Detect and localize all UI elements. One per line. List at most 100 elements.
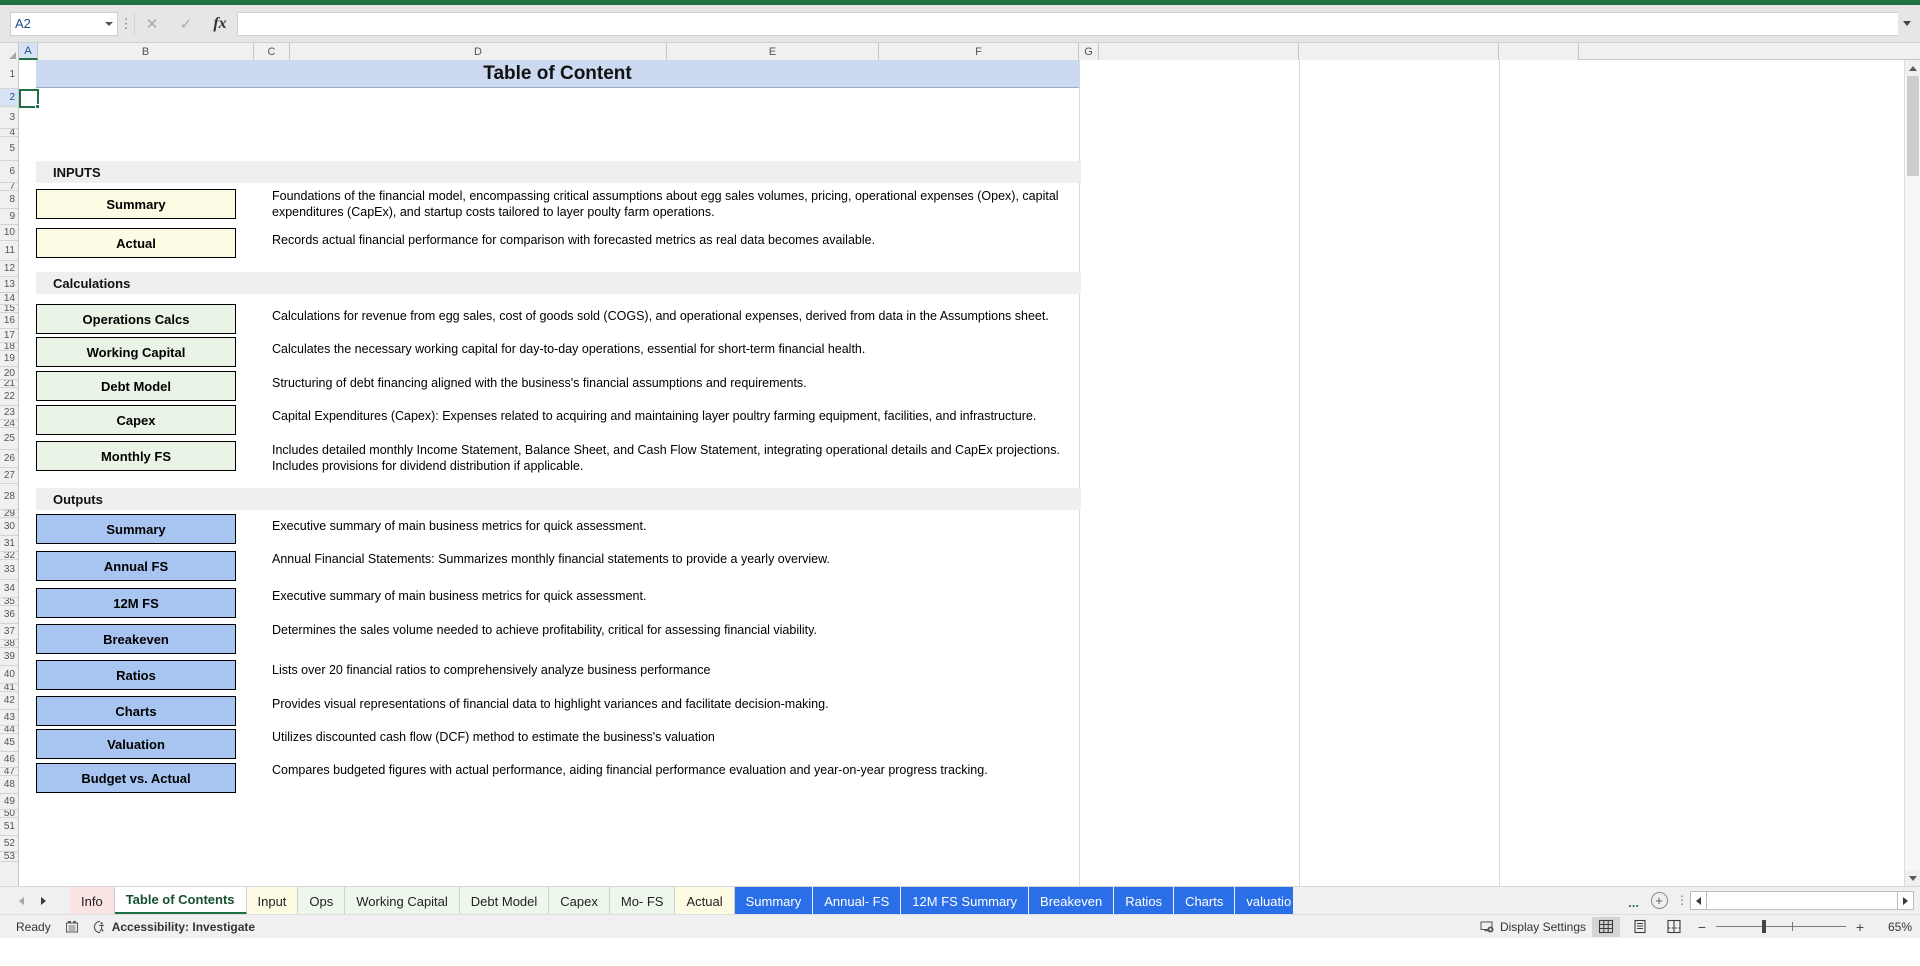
row-header-21[interactable]: 21	[0, 380, 18, 388]
tab-split-handle[interactable]: ⋮	[1674, 887, 1690, 914]
chevron-right-icon[interactable]	[32, 888, 54, 914]
horizontal-scrollbar[interactable]	[1690, 887, 1920, 914]
row-header-34[interactable]: 34	[0, 580, 18, 598]
row-header-10[interactable]: 10	[0, 225, 18, 241]
formula-input[interactable]	[237, 11, 1898, 36]
row-header-25[interactable]: 25	[0, 428, 18, 450]
sheet-tab-input[interactable]: Input	[246, 887, 299, 914]
nav-button-capex[interactable]: Capex	[36, 405, 236, 435]
row-header-12[interactable]: 12	[0, 261, 18, 277]
row-header-22[interactable]: 22	[0, 388, 18, 406]
column-header-filler[interactable]	[1299, 43, 1499, 60]
vertical-scroll-thumb[interactable]	[1907, 76, 1919, 176]
selected-cell-a2[interactable]	[19, 89, 40, 109]
row-header-53[interactable]: 53	[0, 852, 18, 862]
row-header-51[interactable]: 51	[0, 818, 18, 836]
sheet-tab-actual[interactable]: Actual	[675, 887, 735, 914]
row-header-16[interactable]: 16	[0, 313, 18, 329]
row-header-38[interactable]: 38	[0, 640, 18, 648]
nav-button-ratios[interactable]: Ratios	[36, 660, 236, 690]
row-header-36[interactable]: 36	[0, 606, 18, 624]
row-header-45[interactable]: 45	[0, 734, 18, 752]
row-header-4[interactable]: 4	[0, 129, 18, 137]
row-header-26[interactable]: 26	[0, 450, 18, 468]
zoom-level-label[interactable]: 65%	[1874, 920, 1912, 934]
nav-button-actual-input[interactable]: Actual	[36, 228, 236, 258]
row-header-33[interactable]: 33	[0, 560, 18, 580]
nav-button-budget-vs-actual[interactable]: Budget vs. Actual	[36, 763, 236, 793]
horizontal-scroll-track[interactable]	[1707, 891, 1897, 910]
check-icon[interactable]: ✓	[169, 11, 203, 37]
row-header-35[interactable]: 35	[0, 598, 18, 606]
row-header-49[interactable]: 49	[0, 794, 18, 810]
row-header-43[interactable]: 43	[0, 710, 18, 726]
nav-button-annual-fs[interactable]: Annual FS	[36, 551, 236, 581]
row-header-29[interactable]: 29	[0, 510, 18, 518]
row-header-7[interactable]: 7	[0, 183, 18, 191]
sheet-tab-12m-fs-summary[interactable]: 12M FS Summary	[901, 887, 1030, 914]
select-all-corner[interactable]	[0, 43, 19, 60]
expand-formula-bar-icon[interactable]	[1898, 11, 1916, 36]
row-header-28[interactable]: 28	[0, 484, 18, 510]
nav-button-summary-input[interactable]: Summary	[36, 189, 236, 219]
nav-button-summary-output[interactable]: Summary	[36, 514, 236, 544]
row-header-13[interactable]: 13	[0, 277, 18, 293]
sheet-tab-annual-fs[interactable]: Annual- FS	[813, 887, 902, 914]
row-header-39[interactable]: 39	[0, 648, 18, 666]
nav-button-working-capital[interactable]: Working Capital	[36, 337, 236, 367]
nav-button-operations-calcs[interactable]: Operations Calcs	[36, 304, 236, 334]
nav-button-valuation[interactable]: Valuation	[36, 729, 236, 759]
column-header-filler[interactable]	[1499, 43, 1579, 60]
zoom-out-button[interactable]: −	[1694, 919, 1710, 935]
column-header-A[interactable]: A	[19, 43, 38, 60]
row-header-27[interactable]: 27	[0, 468, 18, 484]
sheet-tab-mo-fs[interactable]: Mo- FS	[609, 887, 676, 914]
record-macro-icon[interactable]	[65, 920, 79, 934]
row-header-20[interactable]: 20	[0, 367, 18, 380]
scroll-down-icon[interactable]	[1905, 870, 1920, 886]
row-header-48[interactable]: 48	[0, 776, 18, 794]
row-header-31[interactable]: 31	[0, 536, 18, 552]
row-header-50[interactable]: 50	[0, 810, 18, 818]
scroll-left-icon[interactable]	[1690, 891, 1707, 910]
close-icon[interactable]: ✕	[135, 11, 169, 37]
sheet-tab-info[interactable]: Info	[70, 887, 115, 914]
column-header-filler[interactable]	[1099, 43, 1299, 60]
formula-bar-options-icon[interactable]: ⋮	[118, 17, 134, 30]
row-header-15[interactable]: 15	[0, 305, 18, 313]
sheet-tab-ops[interactable]: Ops	[298, 887, 346, 914]
display-settings-button[interactable]: Display Settings	[1480, 920, 1586, 934]
nav-button-monthly-fs[interactable]: Monthly FS	[36, 441, 236, 471]
column-header-B[interactable]: B	[38, 43, 254, 60]
row-header-46[interactable]: 46	[0, 752, 18, 768]
sheet-tab-valuatio[interactable]: valuatio	[1235, 887, 1295, 914]
sheet-tab-capex[interactable]: Capex	[549, 887, 610, 914]
chevron-down-icon[interactable]	[105, 21, 113, 26]
vertical-scrollbar[interactable]	[1904, 60, 1920, 886]
row-header-40[interactable]: 40	[0, 666, 18, 684]
page-break-view-icon[interactable]	[1660, 917, 1688, 937]
page-layout-view-icon[interactable]	[1626, 917, 1654, 937]
nav-button-charts[interactable]: Charts	[36, 696, 236, 726]
tab-overflow-indicator[interactable]: ...	[1623, 887, 1644, 914]
name-box[interactable]: A2	[10, 11, 118, 36]
sheet-canvas[interactable]: Table of Content INPUTS Summary Foundati…	[19, 60, 1920, 886]
row-header-5[interactable]: 5	[0, 137, 18, 161]
row-header-52[interactable]: 52	[0, 836, 18, 852]
row-header-8[interactable]: 8	[0, 191, 18, 209]
row-header-18[interactable]: 18	[0, 343, 18, 351]
column-header-D[interactable]: D	[290, 43, 667, 60]
row-header-3[interactable]: 3	[0, 107, 18, 129]
row-header-44[interactable]: 44	[0, 726, 18, 734]
row-header-24[interactable]: 24	[0, 420, 18, 428]
scroll-up-icon[interactable]	[1905, 60, 1920, 76]
sheet-tab-charts[interactable]: Charts	[1174, 887, 1236, 914]
column-header-F[interactable]: F	[879, 43, 1079, 60]
row-header-9[interactable]: 9	[0, 209, 18, 225]
row-header-17[interactable]: 17	[0, 329, 18, 343]
add-sheet-button[interactable]: +	[1644, 887, 1674, 914]
column-header-E[interactable]: E	[667, 43, 879, 60]
fill-handle[interactable]	[35, 104, 40, 109]
normal-view-icon[interactable]	[1592, 916, 1620, 937]
row-header-32[interactable]: 32	[0, 552, 18, 560]
